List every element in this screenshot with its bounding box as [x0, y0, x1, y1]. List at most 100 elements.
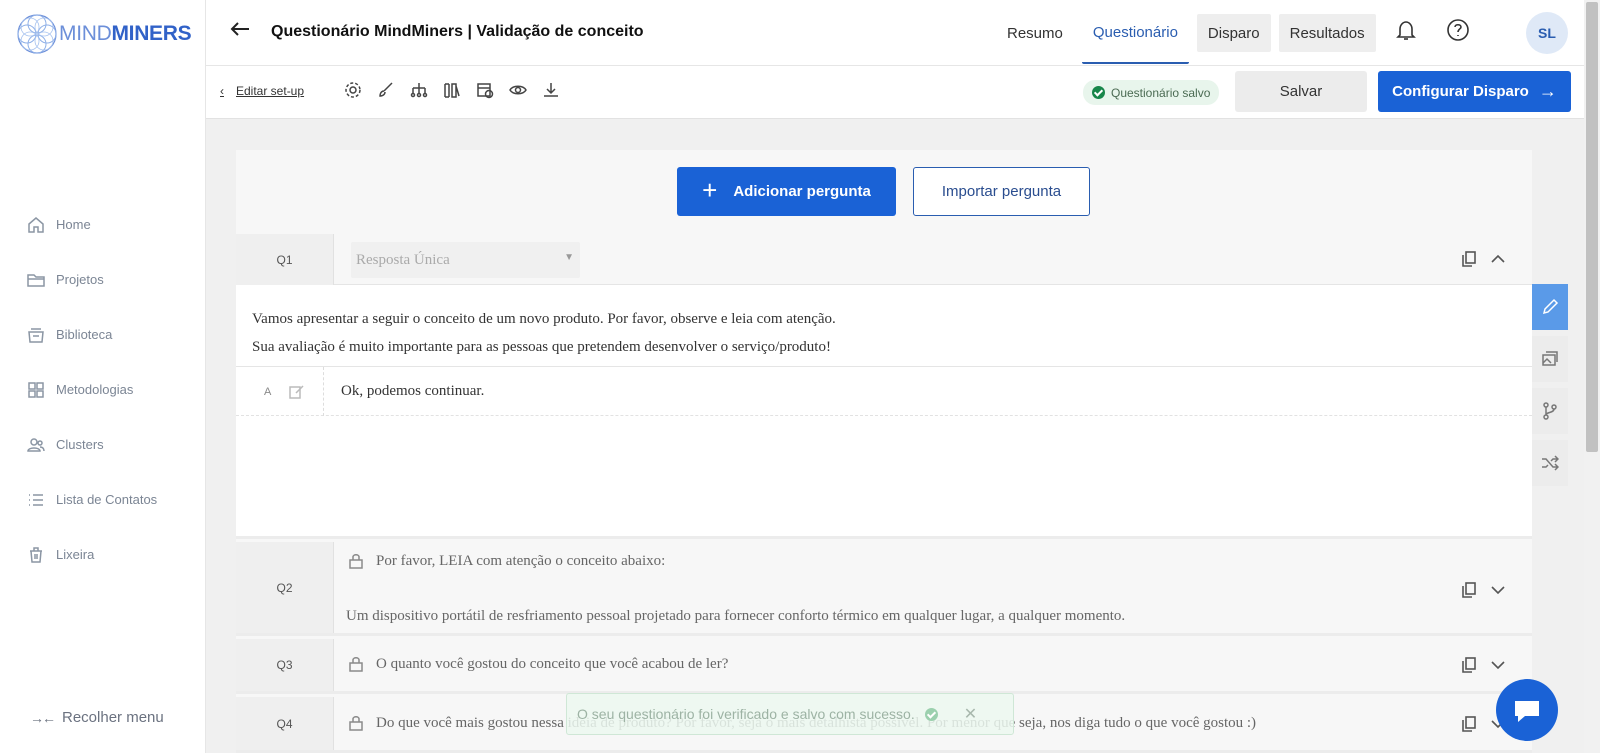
logo-text: MINDMINERS	[59, 22, 192, 46]
folder-icon	[27, 273, 45, 287]
save-button[interactable]: Salvar	[1235, 71, 1367, 112]
sitemap-icon	[410, 83, 428, 98]
question-actions	[1450, 582, 1508, 600]
schedule-button[interactable]	[476, 81, 498, 103]
eye-icon	[509, 85, 527, 95]
avatar[interactable]: SL	[1526, 12, 1568, 54]
list-icon	[29, 493, 43, 506]
logo[interactable]: MINDMINERS	[16, 13, 192, 55]
duplicate-question-button[interactable]	[1461, 251, 1479, 269]
logic-panel-button[interactable]	[1532, 388, 1568, 434]
lock-icon	[349, 656, 363, 672]
page-title: Questionário MindMiners | Validação de c…	[271, 23, 644, 40]
logo-text-light: MIND	[59, 22, 112, 45]
collapse-menu-button[interactable]: →← Recolher menu	[30, 709, 164, 726]
edit-setup-link[interactable]: ‹ Editar set-up	[220, 84, 304, 98]
chat-bubble-icon	[1515, 701, 1539, 722]
notifications-button[interactable]	[1394, 18, 1422, 46]
sidebar-item-metodologias[interactable]: Metodologias	[0, 362, 206, 417]
tab-resumo[interactable]: Resumo	[996, 14, 1074, 52]
questionnaire-content: + Adicionar pergunta Importar pergunta Q…	[236, 150, 1532, 753]
collapse-question-button[interactable]	[1490, 251, 1508, 269]
question-number: Q2	[236, 542, 334, 633]
header-tabs: Resumo Questionário Disparo Resultados	[996, 14, 1384, 66]
sidebar-item-biblioteca[interactable]: Biblioteca	[0, 307, 206, 362]
toast-message: O seu questionário foi verificado e salv…	[577, 706, 915, 722]
toolbar-icons	[344, 81, 575, 103]
flow-button[interactable]	[410, 81, 432, 103]
copy-icon	[1462, 582, 1476, 598]
chevron-up-icon	[1491, 254, 1505, 263]
copy-icon	[1462, 251, 1476, 267]
expand-question-button[interactable]	[1490, 582, 1508, 600]
header: Questionário MindMiners | Validação de c…	[206, 0, 1584, 66]
scrollbar-thumb[interactable]	[1586, 2, 1598, 452]
configure-dispatch-button[interactable]: Configurar Disparo →	[1378, 71, 1571, 112]
import-question-button[interactable]: Importar pergunta	[913, 167, 1090, 216]
download-icon	[544, 83, 558, 97]
question-text: O quanto você gostou do conceito que voc…	[376, 656, 729, 672]
sidebar-item-clusters[interactable]: Clusters	[0, 417, 206, 472]
tab-disparo[interactable]: Disparo	[1196, 14, 1271, 52]
sidebar-item-projetos[interactable]: Projetos	[0, 252, 206, 307]
chevron-down-icon	[1491, 661, 1505, 670]
close-toast-button[interactable]: ✕	[964, 704, 977, 724]
sidebar-item-home[interactable]: Home	[0, 197, 206, 252]
sidebar-item-lixeira[interactable]: Lixeira	[0, 527, 206, 582]
collapse-arrows-icon: →←	[30, 709, 56, 726]
preview-button[interactable]	[509, 81, 531, 103]
shuffle-icon	[1542, 455, 1559, 471]
question-text-line: Sua avaliação é muito importante para as…	[252, 339, 831, 355]
back-button[interactable]	[229, 18, 259, 48]
toolbar: ‹ Editar set-up Questionário salvo Salva…	[206, 66, 1584, 119]
calendar-clock-icon	[477, 83, 494, 99]
tab-resultados[interactable]: Resultados	[1278, 14, 1376, 52]
question-text[interactable]: Vamos apresentar a seguir o conceito de …	[252, 305, 836, 361]
duplicate-question-button[interactable]	[1461, 716, 1479, 734]
option-text[interactable]: Ok, podemos continuar.	[341, 383, 484, 400]
download-button[interactable]	[542, 81, 564, 103]
logo-icon	[17, 14, 57, 54]
sidebar-item-label: Lixeira	[56, 547, 95, 562]
question-text: Por favor, LEIA com atenção o conceito a…	[376, 553, 666, 569]
check-circle-icon	[924, 707, 938, 721]
chevron-left-icon: ‹	[220, 84, 224, 98]
help-button[interactable]	[1446, 18, 1474, 46]
duplicate-question-button[interactable]	[1461, 657, 1479, 675]
brush-icon	[379, 82, 393, 97]
configure-dispatch-label: Configurar Disparo	[1392, 83, 1529, 100]
option-letter: A	[264, 385, 272, 398]
images-icon	[1542, 351, 1558, 366]
duplicate-question-button[interactable]	[1461, 582, 1479, 600]
answer-option: A Ok, podemos continuar.	[236, 366, 1532, 416]
logo-text-bold: MINERS	[111, 22, 192, 45]
settings-button[interactable]	[344, 81, 366, 103]
add-question-label: Adicionar pergunta	[733, 183, 871, 200]
edit-icon[interactable]	[289, 384, 304, 399]
sidebar-item-lista-de-contatos[interactable]: Lista de Contatos	[0, 472, 206, 527]
question-type-select[interactable]: Resposta Única ▼	[351, 242, 580, 278]
sidebar-item-label: Biblioteca	[56, 327, 113, 342]
edit-panel-button[interactable]	[1532, 284, 1568, 330]
plus-icon: +	[702, 174, 718, 205]
question-card-q2[interactable]: Q2 Por favor, LEIA com atenção o conceit…	[236, 542, 1532, 636]
question-card-q3[interactable]: Q3 O quanto você gostou do conceito que …	[236, 639, 1532, 694]
tab-questionario[interactable]: Questionário	[1081, 14, 1189, 64]
copy-icon	[1462, 657, 1476, 673]
copy-icon	[1462, 716, 1476, 732]
page-scrollbar[interactable]	[1584, 0, 1600, 753]
question-number: Q3	[236, 639, 334, 691]
question-side-panel	[1532, 284, 1568, 492]
library-button[interactable]	[443, 81, 465, 103]
add-question-button[interactable]: + Adicionar pergunta	[677, 167, 896, 216]
home-icon	[28, 216, 44, 233]
style-button[interactable]	[377, 81, 399, 103]
randomize-panel-button[interactable]	[1532, 440, 1568, 486]
books-icon	[444, 83, 460, 98]
expand-question-button[interactable]	[1490, 657, 1508, 675]
sidebar-item-label: Home	[56, 217, 91, 232]
media-panel-button[interactable]	[1532, 336, 1568, 382]
chat-button[interactable]	[1496, 679, 1558, 741]
question-text-secondary: Um dispositivo portátil de resfriamento …	[346, 608, 1126, 624]
question-actions	[1450, 251, 1508, 269]
